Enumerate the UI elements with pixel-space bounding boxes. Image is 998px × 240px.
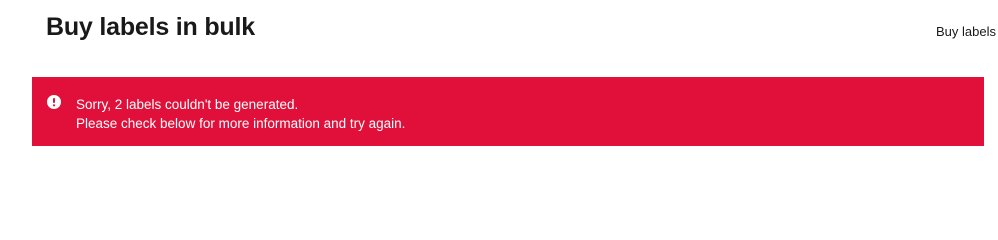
- error-alert-banner: Sorry, 2 labels couldn't be generated. P…: [32, 77, 984, 146]
- alert-message-line-1: Sorry, 2 labels couldn't be generated.: [76, 97, 299, 112]
- alert-circle-icon: [47, 95, 61, 109]
- page: Buy labels in bulk Buy labels Sorry, 2 l…: [0, 0, 998, 214]
- buy-labels-link[interactable]: Buy labels: [936, 24, 996, 40]
- page-title: Buy labels in bulk: [46, 13, 255, 41]
- alert-message: Sorry, 2 labels couldn't be generated. P…: [76, 95, 405, 133]
- alert-message-line-2: Please check below for more information …: [76, 116, 406, 131]
